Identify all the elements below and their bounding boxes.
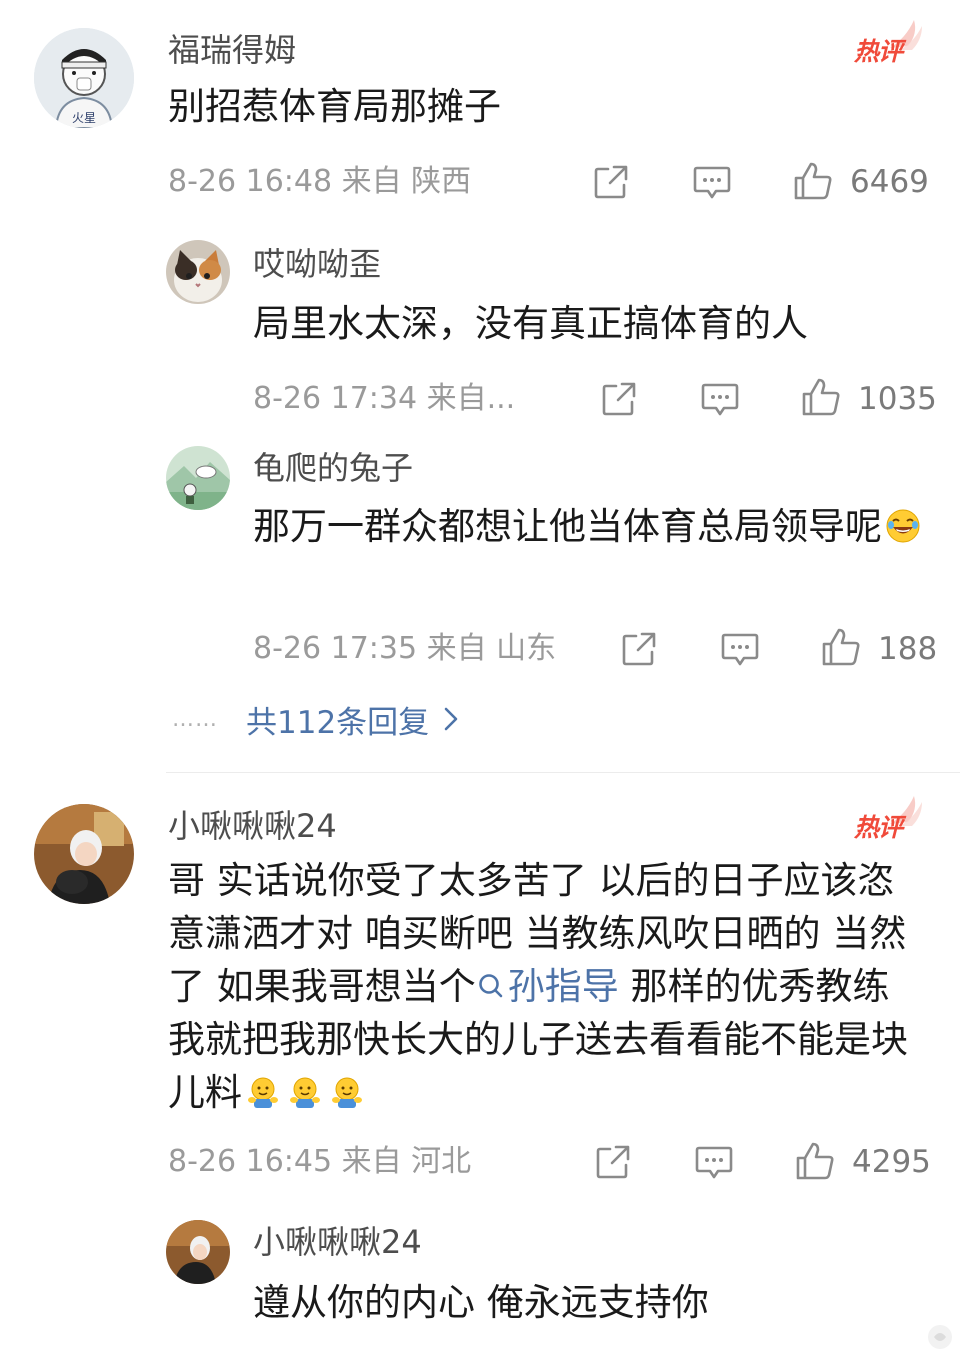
comment-icon[interactable]: [700, 380, 740, 418]
share-icon[interactable]: [594, 1143, 632, 1181]
more-replies-label[interactable]: 共112条回复: [246, 697, 429, 742]
comment-username[interactable]: 福瑞得姆: [168, 30, 296, 70]
like-count: 6469: [850, 164, 929, 200]
watermark-icon: [928, 1325, 952, 1349]
reply-text: 那万一群众都想让他当体育总局领导呢: [253, 500, 933, 553]
hot-comment-badge: 热评: [854, 18, 924, 68]
comment-divider: [166, 772, 960, 773]
reply-time-location: 8-26 17:35 来自 山东: [253, 631, 557, 666]
reply-text: 遵从你的内心 俺永远支持你: [253, 1281, 709, 1324]
reply-username[interactable]: 小啾啾啾24: [253, 1222, 422, 1262]
search-icon: [478, 974, 503, 998]
topic-link-label[interactable]: 孙指导: [508, 965, 619, 1008]
avatar[interactable]: [166, 240, 230, 304]
hug-emoji: [245, 1074, 281, 1110]
thumbs-up-icon[interactable]: [800, 376, 842, 418]
like-count: 4295: [852, 1144, 931, 1180]
avatar[interactable]: [166, 446, 230, 510]
share-icon[interactable]: [600, 380, 638, 418]
comment-time-location: 8-26 16:45 来自 河北: [168, 1144, 472, 1179]
hot-label: 热评: [854, 813, 903, 842]
share-icon[interactable]: [620, 630, 658, 668]
share-icon[interactable]: [592, 163, 630, 201]
thumbs-up-icon[interactable]: [820, 626, 862, 668]
like-count: 188: [878, 631, 938, 667]
hot-label: 热评: [854, 37, 903, 66]
hug-emoji: [287, 1074, 323, 1110]
reply-text: 局里水太深，没有真正搞体育的人: [253, 302, 808, 345]
comment-text: 别招惹体育局那摊子: [168, 85, 501, 128]
hug-emoji: [329, 1074, 365, 1110]
thumbs-up-icon[interactable]: [794, 1140, 836, 1182]
avatar[interactable]: [34, 804, 134, 904]
thumbs-up-icon[interactable]: [792, 160, 834, 202]
laughing-emoji: [885, 508, 921, 544]
like-count: 1035: [858, 381, 937, 417]
comment-time-location: 8-26 16:48 来自 陕西: [168, 164, 472, 199]
comment-icon[interactable]: [694, 1143, 734, 1181]
topic-link[interactable]: 孙指导: [476, 965, 619, 1008]
hot-comment-badge: 热评: [854, 794, 924, 844]
comment-icon[interactable]: [692, 163, 732, 201]
more-dots: ……: [172, 706, 218, 732]
reply-username[interactable]: 哎呦呦歪: [253, 244, 381, 284]
more-replies-link[interactable]: …… 共112条回复: [172, 697, 459, 742]
reply-text-content: 那万一群众都想让他当体育总局领导呢: [253, 505, 882, 548]
reply-username[interactable]: 龟爬的兔子: [253, 448, 413, 488]
comment-username[interactable]: 小啾啾啾24: [168, 806, 337, 846]
comment-icon[interactable]: [720, 630, 760, 668]
avatar[interactable]: [166, 1220, 230, 1284]
chevron-right-icon: [444, 707, 458, 731]
avatar[interactable]: 火星: [34, 28, 134, 128]
svg-text:火星: 火星: [72, 111, 96, 125]
comment-text: 哥 实话说你受了太多苦了 以后的日子应该恣意潇洒才对 咱买断吧 当教练风吹日晒的…: [168, 854, 928, 1119]
reply-time-location: 8-26 17:34 来自...: [253, 381, 516, 416]
